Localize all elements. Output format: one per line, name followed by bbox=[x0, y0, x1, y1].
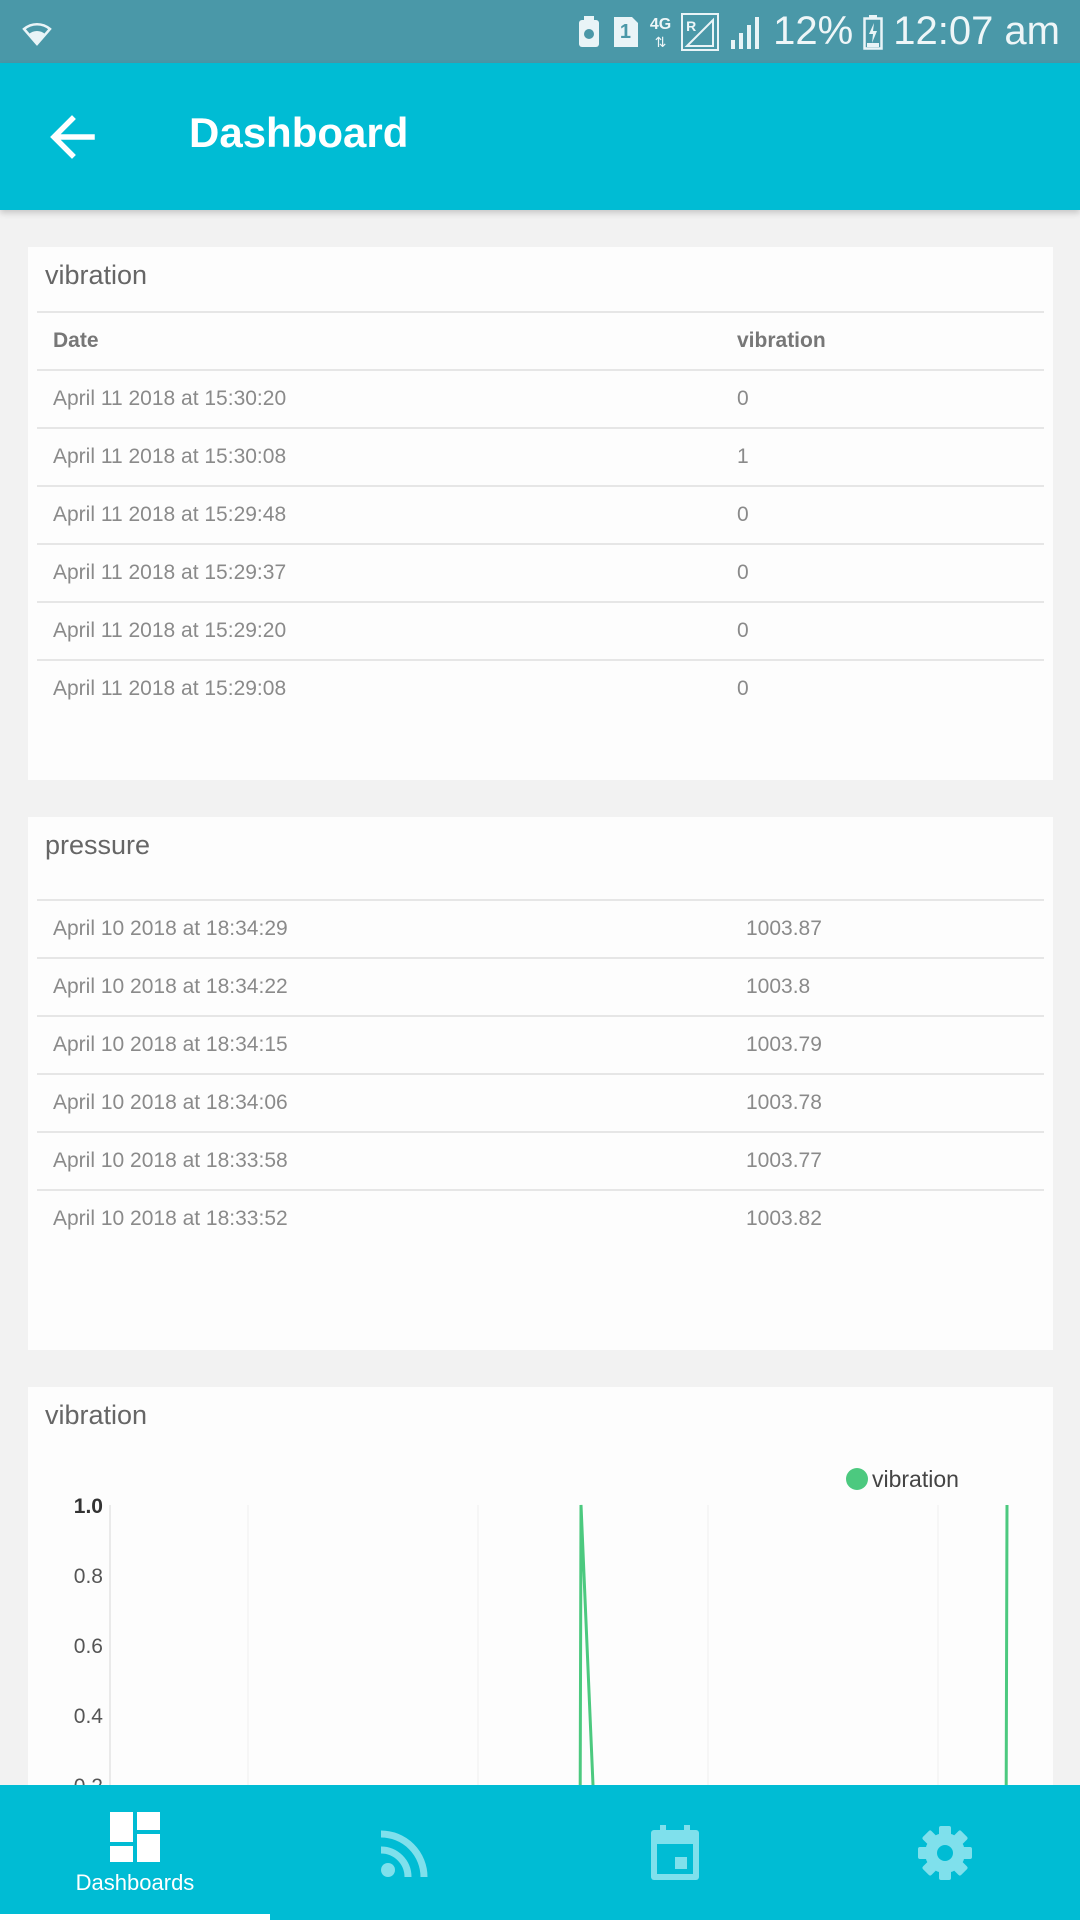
table-row: April 10 2018 at 18:33:58 1003.77 bbox=[37, 1131, 1044, 1189]
row-date: April 11 2018 at 15:30:20 bbox=[53, 387, 287, 410]
row-date: April 11 2018 at 15:29:08 bbox=[53, 677, 287, 700]
page-title: Dashboard bbox=[189, 109, 409, 156]
y-tick-label: 0.6 bbox=[74, 1635, 103, 1658]
row-value: 1003.79 bbox=[746, 1033, 822, 1056]
card-title: pressure bbox=[45, 830, 151, 860]
row-value: 0 bbox=[737, 677, 749, 700]
active-tab-indicator bbox=[0, 1914, 270, 1920]
legend-marker bbox=[846, 1468, 868, 1490]
row-date: April 10 2018 at 18:34:06 bbox=[53, 1091, 288, 1114]
row-date: April 10 2018 at 18:34:29 bbox=[53, 917, 288, 940]
row-value: 1003.77 bbox=[746, 1149, 822, 1172]
nav-dashboards-label: Dashboards bbox=[75, 1869, 195, 1895]
column-header-date: Date bbox=[53, 329, 99, 352]
legend-label: vibration bbox=[872, 1466, 959, 1492]
nav-settings[interactable] bbox=[810, 1785, 1080, 1920]
row-value: 1003.78 bbox=[746, 1091, 822, 1114]
row-value: 0 bbox=[737, 503, 749, 526]
table-row: April 11 2018 at 15:29:08 0 bbox=[37, 659, 1044, 717]
row-date: April 11 2018 at 15:30:08 bbox=[53, 445, 287, 468]
row-date: April 10 2018 at 18:34:15 bbox=[53, 1033, 288, 1056]
table-row: April 11 2018 at 15:29:37 0 bbox=[37, 543, 1044, 601]
wifi-icon bbox=[20, 17, 54, 47]
battery-saver-icon bbox=[576, 15, 602, 49]
battery-icon bbox=[863, 14, 883, 50]
y-tick-label: 1.0 bbox=[74, 1495, 103, 1518]
table-row: April 11 2018 at 15:30:08 1 bbox=[37, 427, 1044, 485]
vibration-line-chart: 1.0 0.8 0.6 0.4 0.2 vibration bbox=[74, 1466, 1009, 1785]
vibration-chart-card: vibration 1.0 0.8 0.6 0.4 0.2 vibration bbox=[28, 1387, 1053, 1785]
table-row: April 10 2018 at 18:34:06 1003.78 bbox=[37, 1073, 1044, 1131]
y-tick-label: 0.8 bbox=[74, 1565, 103, 1588]
row-value: 0 bbox=[737, 619, 749, 642]
y-tick-label: 0.2 bbox=[74, 1775, 103, 1785]
battery-percent: 12% bbox=[773, 9, 854, 53]
bottom-navigation: Dashboards bbox=[0, 1785, 1080, 1920]
row-value: 1003.8 bbox=[746, 975, 811, 998]
app-bar: Dashboard bbox=[0, 63, 1080, 210]
y-tick-label: 0.4 bbox=[74, 1705, 104, 1728]
row-value: 1003.82 bbox=[746, 1207, 822, 1230]
table-row: April 10 2018 at 18:34:22 1003.8 bbox=[37, 957, 1044, 1015]
table-row: April 11 2018 at 15:29:48 0 bbox=[37, 485, 1044, 543]
row-date: April 10 2018 at 18:34:22 bbox=[53, 975, 288, 998]
series-line-vibration bbox=[578, 1504, 1009, 1785]
card-title: vibration bbox=[45, 260, 148, 290]
nav-dashboards[interactable]: Dashboards bbox=[0, 1785, 270, 1920]
row-date: April 11 2018 at 15:29:48 bbox=[53, 503, 287, 526]
calendar-icon bbox=[651, 1824, 699, 1880]
table-header-row: Date vibration bbox=[37, 311, 1044, 369]
arrow-back-icon bbox=[50, 115, 95, 159]
row-date: April 10 2018 at 18:33:58 bbox=[53, 1149, 288, 1172]
pressure-table-card: pressure April 10 2018 at 18:34:29 1003.… bbox=[28, 817, 1053, 1350]
dashboard-icon bbox=[110, 1811, 160, 1862]
row-value: 0 bbox=[737, 561, 749, 584]
column-header-vibration: vibration bbox=[737, 329, 826, 352]
roaming-signal-icon: R bbox=[681, 12, 720, 51]
table-row: April 10 2018 at 18:34:15 1003.79 bbox=[37, 1015, 1044, 1073]
row-value: 0 bbox=[737, 387, 749, 410]
table-row: April 11 2018 at 15:30:20 0 bbox=[37, 369, 1044, 427]
table-row: April 10 2018 at 18:33:52 1003.82 bbox=[37, 1189, 1044, 1247]
table-row: April 11 2018 at 15:29:20 0 bbox=[37, 601, 1044, 659]
status-bar: 1 4G ⇅ R 12% 12:07 am bbox=[0, 0, 1080, 63]
pressure-table: April 10 2018 at 18:34:29 1003.87 April … bbox=[37, 899, 1044, 1247]
vibration-table-card: vibration Date vibration April 11 2018 a… bbox=[28, 247, 1053, 780]
row-date: April 11 2018 at 15:29:20 bbox=[53, 619, 287, 642]
table-row: April 10 2018 at 18:34:29 1003.87 bbox=[37, 899, 1044, 957]
clock: 12:07 am bbox=[893, 9, 1060, 53]
signal-icon bbox=[729, 14, 763, 50]
row-date: April 11 2018 at 15:29:37 bbox=[53, 561, 287, 584]
settings-gear-icon bbox=[918, 1825, 972, 1880]
row-value: 1 bbox=[737, 445, 749, 468]
row-date: April 10 2018 at 18:33:52 bbox=[53, 1207, 288, 1230]
data-4g-icon: 4G ⇅ bbox=[649, 15, 672, 50]
back-button[interactable] bbox=[44, 109, 100, 165]
nav-calendar[interactable] bbox=[540, 1785, 810, 1920]
sim-1-icon: 1 bbox=[612, 15, 640, 49]
vibration-table: Date vibration April 11 2018 at 15:30:20… bbox=[37, 311, 1044, 717]
row-value: 1003.87 bbox=[746, 917, 822, 940]
nav-feed[interactable] bbox=[270, 1785, 540, 1920]
rss-feed-icon bbox=[380, 1830, 428, 1877]
